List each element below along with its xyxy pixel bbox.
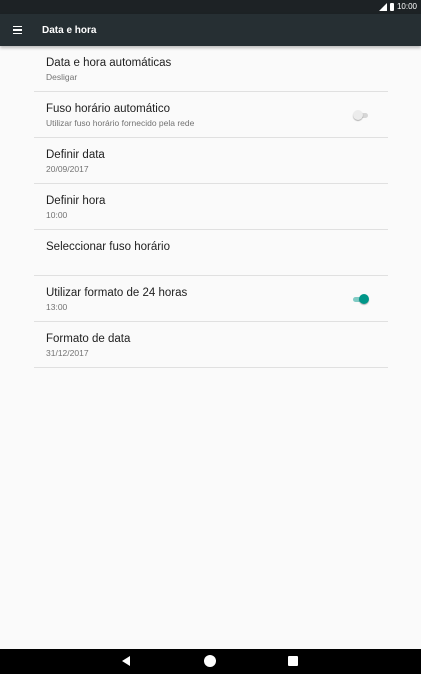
24-hour-format-switch[interactable] [353,294,369,304]
back-icon[interactable] [122,656,130,666]
signal-icon [378,3,387,11]
setting-select-timezone[interactable]: Seleccionar fuso horário [34,230,388,276]
setting-summary: 31/12/2017 [46,348,89,358]
setting-summary: Desligar [46,72,78,82]
setting-summary: 10:00 [46,210,68,220]
setting-auto-date-time[interactable]: Data e hora automáticas Desligar [34,46,388,92]
setting-title: Definir data [46,149,105,161]
app-bar: Data e hora [0,14,421,46]
auto-timezone-switch[interactable] [353,110,368,120]
page-title: Data e hora [42,24,97,36]
setting-title: Fuso horário automático [46,103,171,115]
status-bar: 10:00 [0,0,421,14]
setting-title: Definir hora [46,195,106,207]
hamburger-menu-icon[interactable] [13,26,22,34]
recents-icon[interactable] [288,656,298,666]
setting-auto-timezone[interactable]: Fuso horário automático Utilizar fuso ho… [34,92,388,138]
setting-date-format[interactable]: Formato de data 31/12/2017 [34,322,388,368]
setting-summary: Utilizar fuso horário fornecido pela red… [46,118,195,128]
setting-title: Formato de data [46,333,131,345]
setting-title: Data e hora automáticas [46,57,172,69]
navigation-bar [0,649,421,674]
setting-title: Seleccionar fuso horário [46,241,171,253]
setting-set-date[interactable]: Definir data 20/09/2017 [34,138,388,184]
settings-list: Data e hora automáticas Desligar Fuso ho… [34,46,388,368]
setting-title: Utilizar formato de 24 horas [46,287,188,299]
home-icon[interactable] [204,655,216,667]
setting-summary: 13:00 [46,302,68,312]
battery-icon [389,3,394,11]
setting-set-time[interactable]: Definir hora 10:00 [34,184,388,230]
setting-summary: 20/09/2017 [46,164,89,174]
status-time: 10:00 [396,2,417,11]
setting-24-hour-format[interactable]: Utilizar formato de 24 horas 13:00 [34,276,388,322]
